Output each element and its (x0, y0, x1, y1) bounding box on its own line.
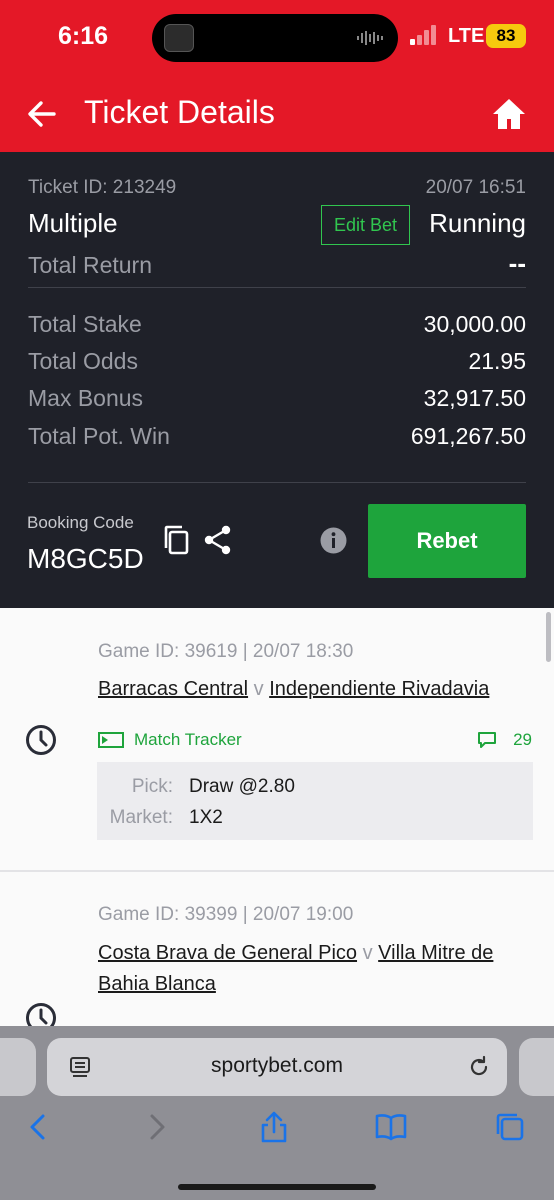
home-indicator (178, 1184, 376, 1190)
versus-label: v (362, 942, 373, 964)
network-label: LTE (448, 25, 485, 47)
comment-count: 29 (513, 730, 532, 749)
match-teams: Costa Brava de General Pico v Villa Mitr… (98, 938, 518, 1000)
dynamic-island (152, 14, 398, 62)
next-tab-peek[interactable] (519, 1038, 554, 1096)
info-icon[interactable] (320, 527, 347, 554)
potential-win-label: Total Pot. Win (28, 423, 170, 449)
bet-type: Multiple (28, 208, 118, 238)
app-header: Ticket Details (0, 76, 554, 152)
page-title: Ticket Details (84, 94, 275, 130)
share-sheet-icon[interactable] (257, 1110, 291, 1144)
reload-icon[interactable] (467, 1055, 491, 1079)
status-time: 6:16 (58, 22, 109, 50)
browser-toolbar: sportybet.com (0, 1026, 554, 1200)
match-tracker-label: Match Tracker (134, 730, 242, 749)
forward-icon[interactable] (140, 1110, 174, 1144)
clock-icon (26, 1003, 56, 1026)
game-list: Game ID: 39619 | 20/07 18:30 Barracas Ce… (0, 608, 554, 1026)
ticket-id: Ticket ID: 213249 (28, 177, 177, 198)
match-tracker-link[interactable]: Match Tracker (98, 730, 242, 750)
divider (28, 287, 526, 288)
share-icon[interactable] (203, 525, 233, 555)
audio-wave-icon (357, 31, 383, 45)
scrollbar[interactable] (546, 612, 551, 662)
previous-tab-peek[interactable] (0, 1038, 36, 1096)
game-card: Game ID: 39399 | 20/07 19:00 Costa Brava… (0, 872, 554, 1026)
home-icon[interactable] (492, 98, 526, 130)
ticket-summary: Ticket ID: 213249 20/07 16:51 Multiple E… (0, 152, 554, 608)
away-team-link[interactable]: Independiente Rivadavia (269, 678, 489, 700)
market-label: Market: (109, 807, 173, 828)
top-bar: 6:16 LTE 83 Ticket Details (0, 0, 554, 152)
divider (28, 482, 526, 483)
max-bonus-value: 32,917.50 (423, 385, 526, 411)
total-return-label: Total Return (28, 252, 153, 278)
tabs-icon[interactable] (493, 1110, 527, 1144)
bet-status: Running (429, 208, 526, 238)
bookmarks-icon[interactable] (374, 1110, 408, 1144)
game-id: Game ID: 39619 | 20/07 18:30 (98, 641, 354, 662)
match-teams: Barracas Central v Independiente Rivadav… (98, 674, 518, 705)
booking-code-label: Booking Code (27, 513, 134, 532)
copy-icon[interactable] (162, 524, 190, 556)
potential-win-value: 691,267.50 (410, 423, 526, 449)
ticket-datetime: 20/07 16:51 (425, 177, 526, 198)
booking-code: M8GC5D (27, 543, 144, 574)
comments-link[interactable]: 29 (477, 730, 532, 750)
url-text: sportybet.com (211, 1054, 343, 1077)
back-icon[interactable] (21, 1110, 55, 1144)
total-return-value: -- (508, 248, 526, 278)
max-bonus-label: Max Bonus (28, 385, 144, 411)
pick-details: Pick: Draw @2.80 Market: 1X2 (97, 762, 533, 840)
address-bar[interactable]: sportybet.com (47, 1038, 507, 1096)
home-team-link[interactable]: Barracas Central (98, 678, 248, 700)
pick-value: Draw @2.80 (189, 776, 295, 797)
market-value: 1X2 (189, 807, 223, 828)
clock-icon (26, 725, 56, 755)
total-odds-label: Total Odds (28, 348, 138, 374)
home-team-link[interactable]: Costa Brava de General Pico (98, 942, 357, 964)
pick-label: Pick: (131, 776, 173, 797)
comment-icon (478, 732, 497, 748)
rebet-button[interactable]: Rebet (368, 504, 526, 578)
match-tracker-icon (98, 732, 124, 748)
total-stake-label: Total Stake (28, 311, 142, 337)
status-bar: 6:16 LTE 83 (0, 0, 554, 76)
signal-icon (410, 25, 436, 45)
game-id: Game ID: 39399 | 20/07 19:00 (98, 904, 354, 925)
versus-label: v (253, 678, 264, 700)
battery-indicator: 83 (486, 24, 526, 48)
back-arrow-icon[interactable] (26, 98, 58, 130)
total-odds-value: 21.95 (468, 348, 526, 374)
game-card: Game ID: 39619 | 20/07 18:30 Barracas Ce… (0, 608, 554, 870)
edit-bet-button[interactable]: Edit Bet (321, 205, 410, 245)
total-stake-value: 30,000.00 (423, 311, 526, 337)
now-playing-thumbnail (164, 24, 194, 52)
